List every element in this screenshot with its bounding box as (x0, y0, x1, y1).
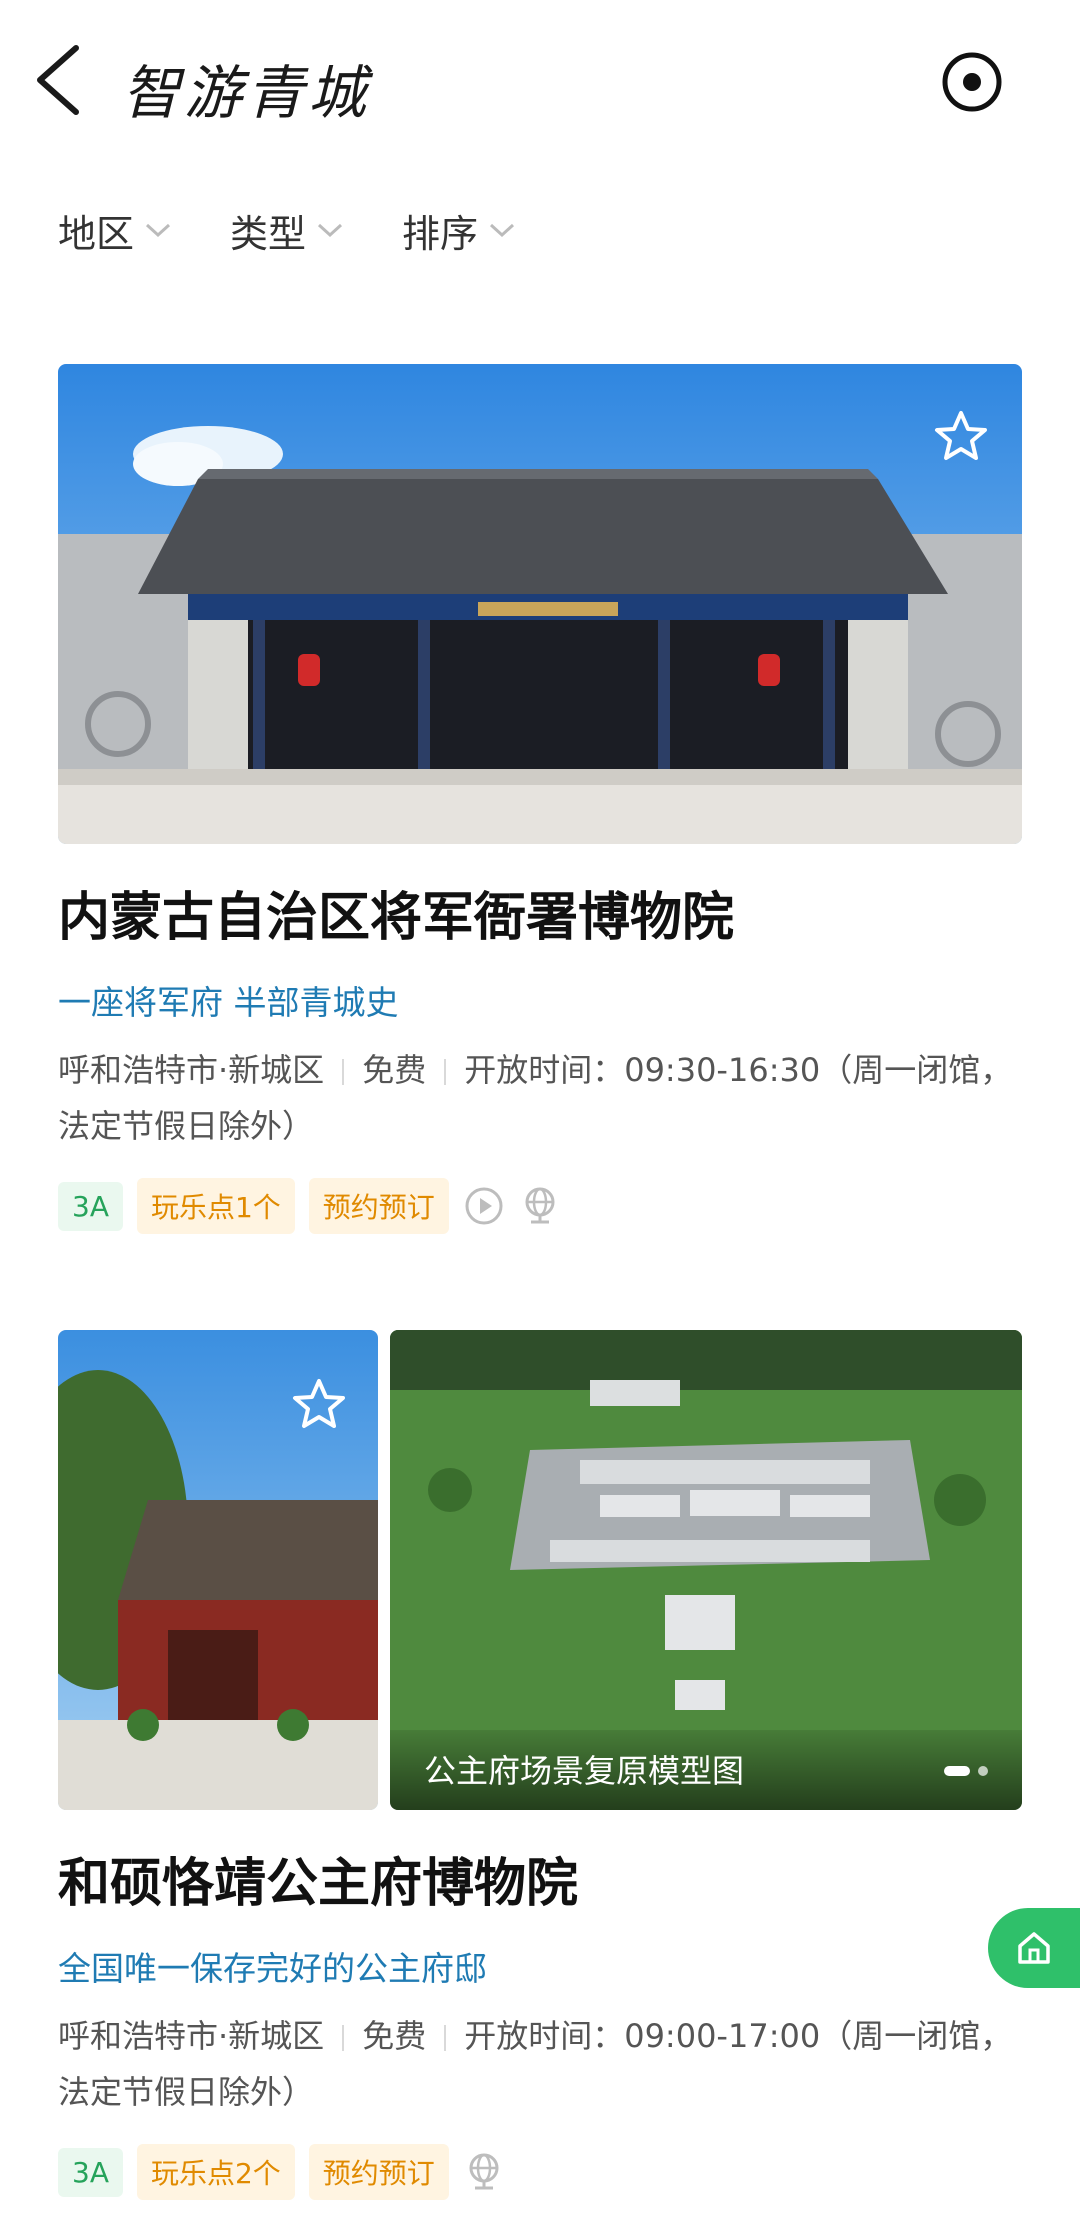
divider (342, 2025, 345, 2051)
page-title: 智游青城 (122, 59, 371, 127)
booking-tag: 预约预订 (308, 2144, 449, 2200)
star-icon[interactable] (932, 408, 990, 466)
carousel-dots[interactable] (944, 1766, 988, 1776)
attraction-name[interactable]: 内蒙古自治区将军衙署博物院 (58, 888, 1022, 948)
attraction-card[interactable]: 公主府场景复原模型图 和硕恪靖公主府博物院 全国唯一保存完好的公主府邸 呼和浩特… (58, 1330, 1022, 2200)
gallery-photo[interactable] (58, 1330, 378, 1810)
back-button[interactable] (30, 40, 90, 120)
vr-globe-icon[interactable] (463, 2151, 505, 2193)
home-icon (1018, 1932, 1050, 1964)
chevron-down-icon (490, 223, 515, 238)
filter-label: 排序 (402, 211, 479, 256)
chevron-left-icon (37, 45, 79, 115)
carousel-dot[interactable] (978, 1766, 988, 1776)
price-text: 免费 (362, 1051, 427, 1089)
star-icon[interactable] (290, 1376, 348, 1434)
spots-tag: 玩乐点1个 (136, 1178, 295, 1234)
attraction-gallery[interactable]: 公主府场景复原模型图 (58, 1330, 1022, 1810)
location-text: 呼和浩特市·新城区 (58, 1051, 325, 1089)
attraction-name[interactable]: 和硕恪靖公主府博物院 (58, 1854, 1022, 1914)
divider (342, 1059, 345, 1085)
filter-sort[interactable]: 排序 (402, 200, 516, 260)
filter-label: 类型 (230, 211, 307, 256)
tag-row: 3A 玩乐点1个 预约预订 (58, 1178, 1022, 1234)
record-button[interactable] (940, 50, 1004, 114)
gallery-caption: 公主府场景复原模型图 (424, 1752, 745, 1790)
booking-tag: 预约预订 (308, 1178, 449, 1234)
level-badge: 3A (58, 2147, 123, 2197)
carousel-dot-active[interactable] (944, 1766, 970, 1776)
chevron-down-icon (318, 223, 343, 238)
mansion-gate-image (58, 364, 1022, 844)
filter-bar: 地区 类型 排序 (58, 200, 516, 260)
divider (444, 2025, 447, 2051)
filter-region[interactable]: 地区 (58, 200, 172, 260)
top-bar: 智游青城 (0, 0, 1080, 160)
gallery-photo[interactable]: 公主府场景复原模型图 (390, 1330, 1022, 1810)
attraction-card[interactable]: 内蒙古自治区将军衙署博物院 一座将军府 半部青城史 呼和浩特市·新城区 免费 开放时… (58, 364, 1022, 1234)
caption-overlay: 公主府场景复原模型图 (390, 1730, 1022, 1810)
spots-tag: 玩乐点2个 (136, 2144, 295, 2200)
divider (444, 1059, 447, 1085)
attraction-meta: 呼和浩特市·新城区 免费 开放时间：09:30-16:30（周一闭馆，法定节假日除外… (58, 1042, 1022, 1154)
price-text: 免费 (362, 2017, 427, 2055)
attraction-photo[interactable] (58, 364, 1022, 844)
filter-type[interactable]: 类型 (230, 200, 344, 260)
chevron-down-icon (146, 223, 171, 238)
attraction-slogan: 全国唯一保存完好的公主府邸 (58, 1949, 487, 1988)
attraction-slogan: 一座将军府 半部青城史 (58, 983, 399, 1022)
location-text: 呼和浩特市·新城区 (58, 2017, 325, 2055)
filter-label: 地区 (58, 211, 135, 256)
play-video-icon[interactable] (463, 1185, 505, 1227)
attraction-meta: 呼和浩特市·新城区 免费 开放时间：09:00-17:00（周一闭馆，法定节假日除外… (58, 2008, 1022, 2120)
target-icon (942, 52, 1002, 112)
tag-row: 3A 玩乐点2个 预约预订 (58, 2144, 1022, 2200)
vr-globe-icon[interactable] (519, 1185, 561, 1227)
home-float-button[interactable] (988, 1908, 1080, 1988)
level-badge: 3A (58, 1181, 123, 1231)
